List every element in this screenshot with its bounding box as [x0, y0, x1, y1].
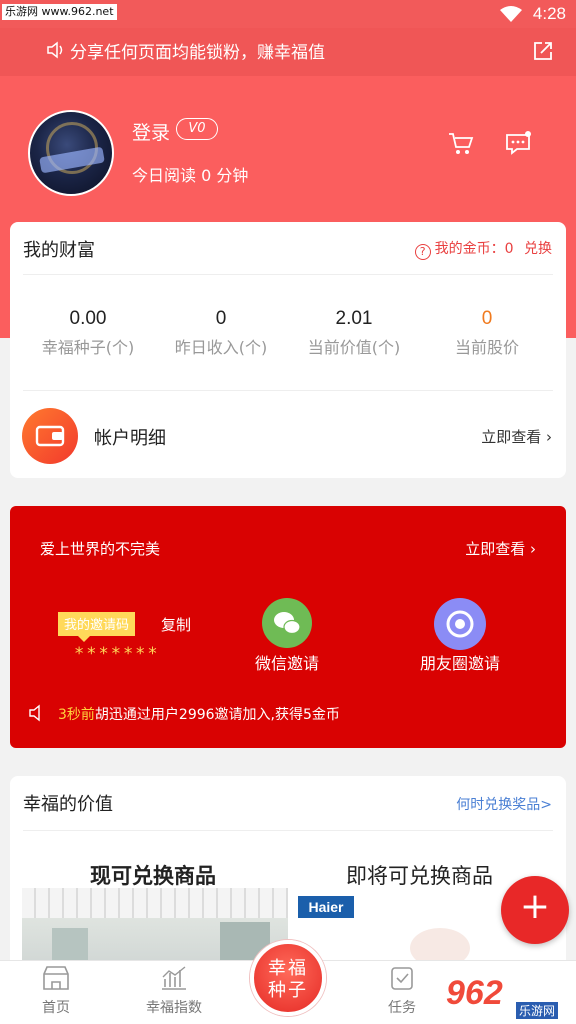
speaker-icon [47, 41, 63, 59]
invite-view-link[interactable]: 立即查看 › [465, 538, 536, 559]
invite-card: 爱上世界的不完美 立即查看 › 我的邀请码 复制 ******* 微信邀请 朋友… [10, 506, 566, 748]
wechat-icon [274, 612, 301, 635]
stat-label: 幸福种子(个) [41, 338, 135, 357]
chevron-right-icon: › [530, 540, 536, 558]
share-bar[interactable]: 分享任何页面均能锁粉，赚幸福值 [0, 28, 576, 76]
wechat-invite-button[interactable] [262, 598, 312, 648]
tab-label: 幸福指数 [146, 1000, 202, 1016]
stat-value: 0 [215, 308, 227, 329]
notice-time: 3秒前 [58, 707, 95, 723]
login-link[interactable]: 登录 [132, 118, 170, 145]
stat-seeds: 0.00 幸福种子(个) [18, 308, 158, 358]
view-now-label: 立即查看 [465, 540, 526, 558]
stat-share-price: 0 当前股价 [417, 308, 557, 358]
tab-tasks[interactable]: 任务 [372, 965, 432, 1017]
view-now-label: 立即查看 [481, 428, 542, 446]
moments-invite-label[interactable]: 朋友圈邀请 [400, 650, 520, 674]
stat-yesterday: 0 昨日收入(个) [151, 308, 291, 358]
product-image[interactable] [22, 888, 288, 968]
moments-icon [446, 610, 474, 638]
speaker-icon [29, 704, 40, 722]
wallet-icon [22, 408, 78, 464]
divider [23, 274, 553, 275]
account-detail-label[interactable]: 帐户明细 [94, 424, 166, 450]
now-redeemable-title: 现可兑换商品 [90, 864, 216, 888]
level-badge: V0 [176, 118, 218, 140]
value-title: 幸福的价值 [23, 794, 113, 815]
coins-info[interactable]: ? 我的金币：0 兑换 [414, 238, 552, 260]
happiness-seed-button[interactable]: 幸福种子 [250, 940, 326, 1016]
brand-logo[interactable]: Haier [298, 896, 354, 918]
shop-icon [43, 966, 69, 990]
wealth-title: 我的财富 [23, 240, 95, 261]
status-bar: 乐游网 www.962.net 4:28 [0, 0, 576, 28]
reading-time: 今日阅读 0 分钟 [132, 166, 249, 185]
divider [23, 390, 553, 391]
clipboard-icon [391, 967, 413, 990]
share-edit-icon[interactable] [532, 40, 554, 62]
coins-label: 我的金币：0 [434, 241, 514, 257]
clock: 4:28 [532, 4, 566, 23]
stat-label: 当前股价 [454, 338, 519, 357]
soon-redeemable-title: 即将可兑换商品 [346, 864, 493, 888]
tab-label: 任务 [388, 1000, 416, 1016]
watermark-label: 乐游网 [516, 1002, 559, 1019]
exchange-link[interactable]: 兑换 [524, 241, 552, 257]
tab-happiness-index[interactable]: 幸福指数 [136, 965, 212, 1017]
watermark-tag: 乐游网 www.962.net [2, 4, 117, 20]
redeem-time-link[interactable]: 何时兑换奖品> [456, 794, 552, 814]
add-button[interactable]: + [501, 876, 569, 944]
watermark-logo: 962 [446, 974, 503, 1012]
avatar[interactable] [28, 110, 114, 196]
stat-value: 0 [481, 308, 493, 329]
wifi-icon [500, 6, 522, 22]
stat-current-value: 2.01 当前价值(个) [284, 308, 424, 358]
stat-value: 0.00 [69, 308, 107, 329]
cart-icon[interactable] [448, 132, 474, 156]
stat-label: 昨日收入(个) [174, 338, 268, 357]
help-icon[interactable]: ? [414, 244, 431, 260]
share-tip: 分享任何页面均能锁粉，赚幸福值 [70, 43, 325, 63]
invite-code: ******* [74, 644, 160, 664]
chart-icon [162, 966, 186, 990]
invite-title: 爱上世界的不完美 [40, 540, 161, 558]
stat-value: 2.01 [335, 308, 373, 329]
wechat-invite-label[interactable]: 微信邀请 [224, 650, 350, 674]
message-badge-dot [525, 131, 531, 137]
tab-label: 首页 [42, 1000, 70, 1016]
plus-icon: + [519, 886, 551, 927]
invite-code-tag: 我的邀请码 [58, 612, 136, 642]
invite-notice: 3秒前胡迅通过用户2996邀请加入,获得5金币 [58, 704, 340, 724]
divider [23, 830, 553, 831]
notice-text: 胡迅通过用户2996邀请加入,获得5金币 [94, 707, 340, 723]
image-detail [22, 888, 288, 918]
chevron-right-icon: › [546, 428, 552, 446]
tab-home[interactable]: 首页 [26, 965, 86, 1017]
wealth-card: 我的财富 ? 我的金币：0 兑换 0.00 幸福种子(个) 0 昨日收入(个) 2… [10, 222, 566, 478]
seed-button-label: 幸福种子 [268, 958, 308, 1001]
copy-button[interactable]: 复制 [161, 614, 191, 635]
moments-invite-button[interactable] [434, 598, 486, 650]
account-view-link[interactable]: 立即查看 › [481, 426, 552, 447]
stat-label: 当前价值(个) [307, 338, 401, 357]
